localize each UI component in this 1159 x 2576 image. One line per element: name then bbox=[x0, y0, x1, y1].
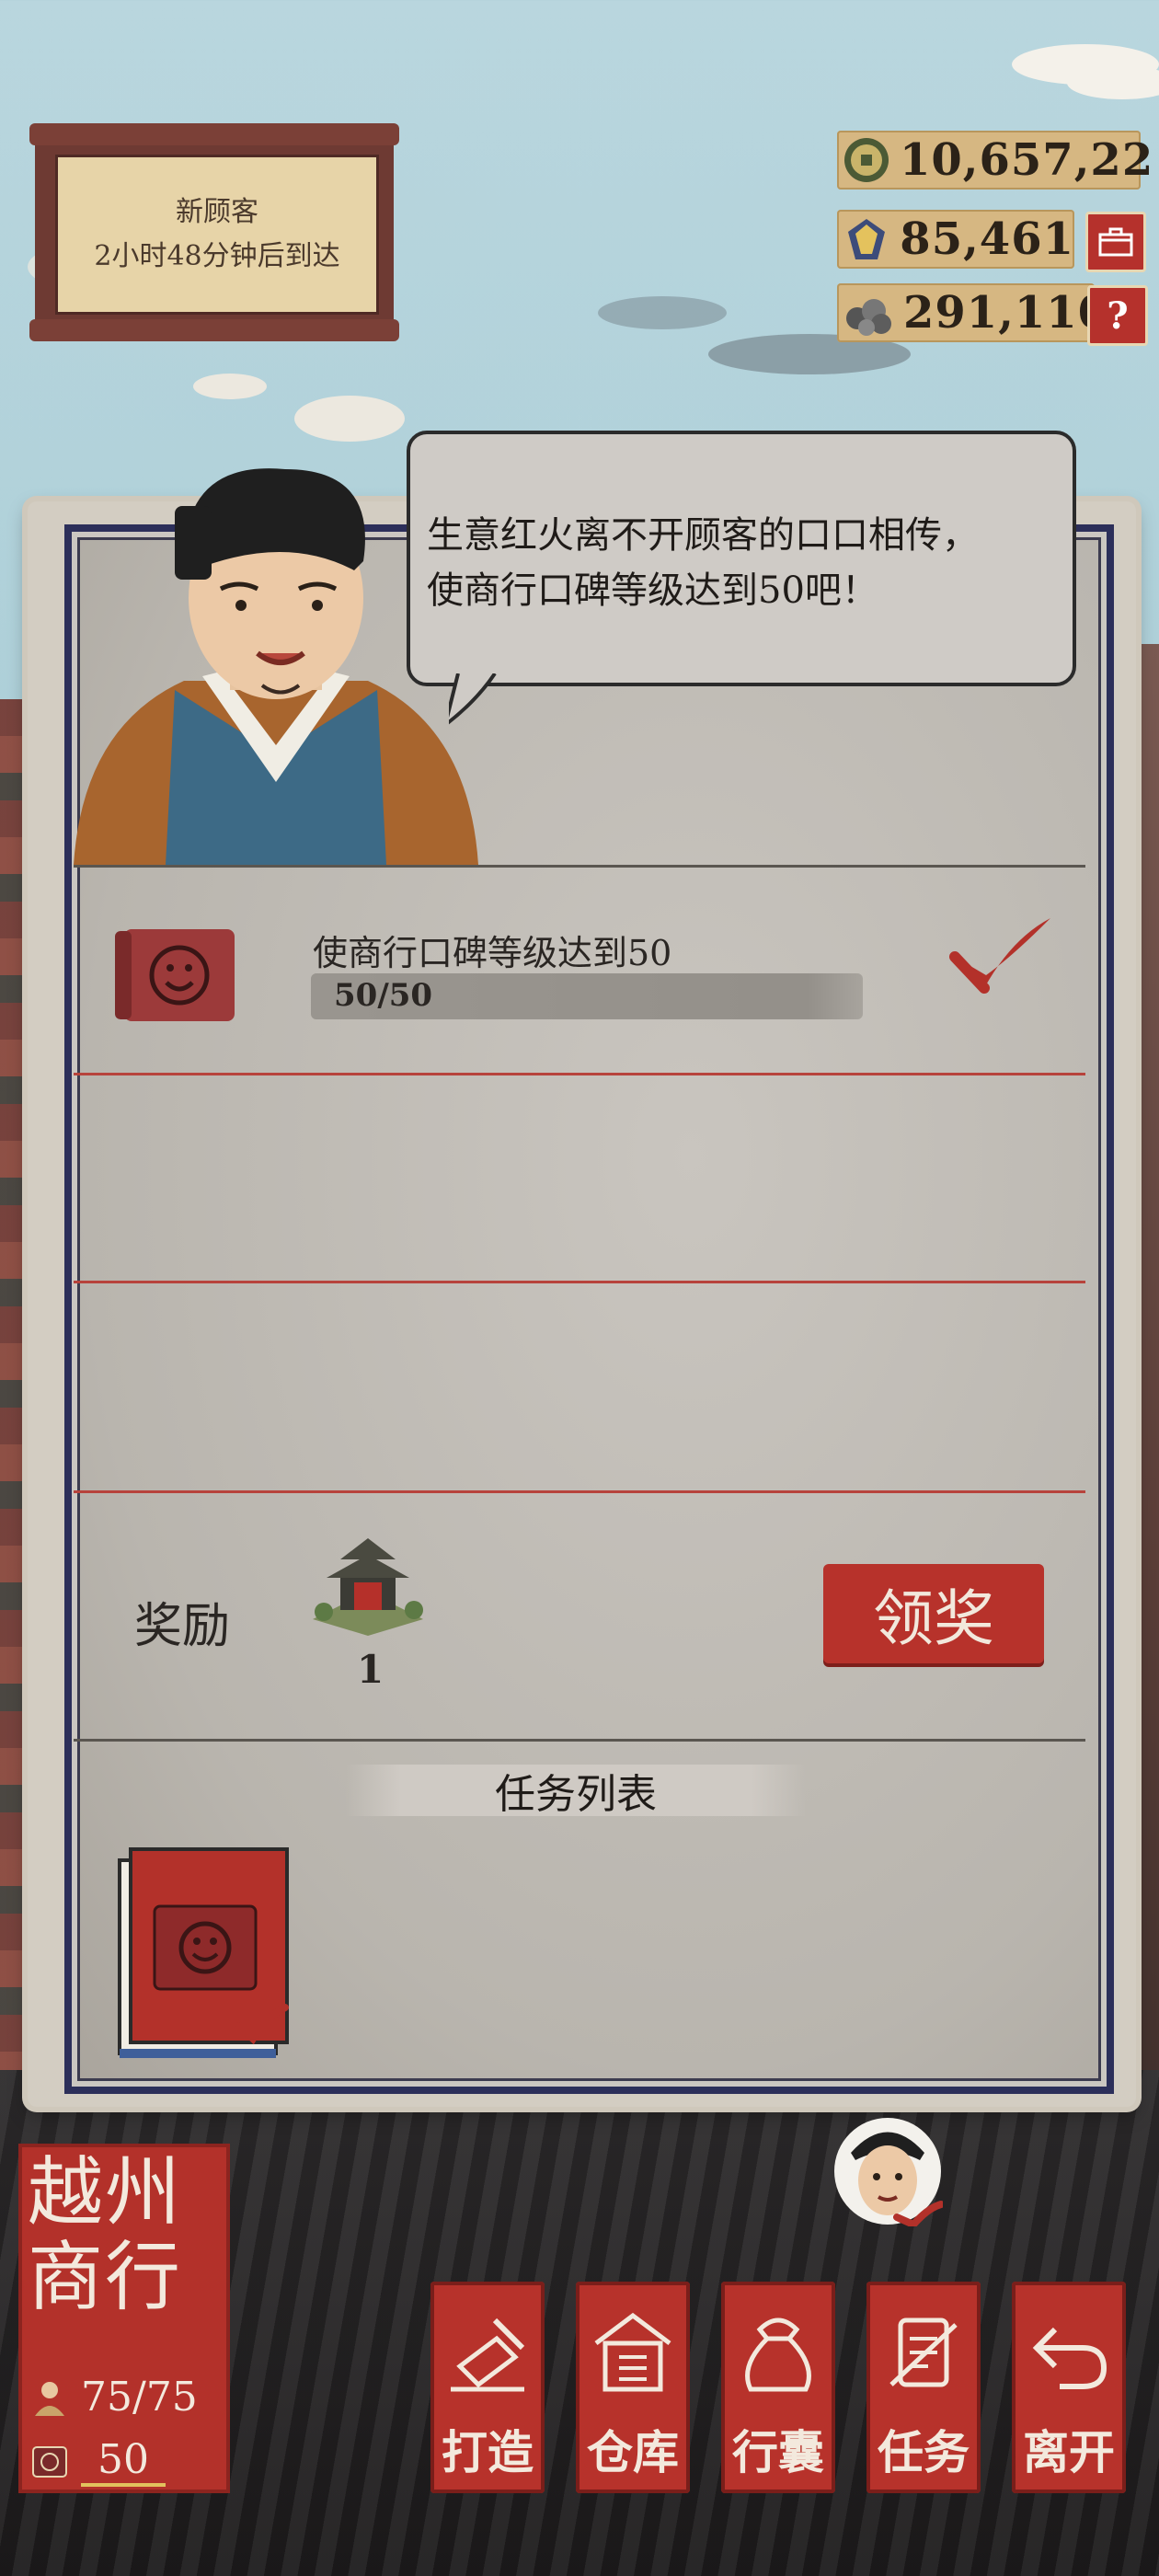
divider bbox=[74, 1281, 1085, 1283]
warehouse-icon bbox=[594, 2312, 671, 2392]
menu-forge-label: 打造 bbox=[442, 2425, 534, 2479]
menu-warehouse-button[interactable]: 仓库 bbox=[576, 2282, 690, 2493]
divider bbox=[74, 865, 1085, 868]
shop-reputation-stat: 50 bbox=[29, 2436, 166, 2487]
shop-chest-button[interactable] bbox=[1085, 212, 1146, 272]
gems-counter: 85,461 bbox=[837, 210, 1074, 269]
menu-warehouse-label: 仓库 bbox=[587, 2425, 679, 2479]
task-progress-text: 50/50 bbox=[334, 977, 433, 1014]
menu-bag-label: 行囊 bbox=[732, 2425, 824, 2479]
reputation-icon bbox=[32, 2445, 67, 2478]
shop-sign[interactable]: 越州 商行 75/75 50 bbox=[18, 2144, 230, 2493]
notice-subtitle: 2小时48分钟后到达 bbox=[94, 240, 340, 272]
menu-leave-label: 离开 bbox=[1023, 2425, 1115, 2479]
coins-counter: 10,657,221 bbox=[837, 131, 1159, 190]
shop-name-line2: 商行 bbox=[28, 2234, 183, 2321]
reward-count: 1 bbox=[357, 1647, 384, 1692]
task-complete-check-icon bbox=[949, 918, 1050, 994]
task-list-header: 任务列表 bbox=[346, 1765, 806, 1818]
reward-label: 奖励 bbox=[134, 1599, 231, 1654]
claim-reward-button[interactable]: 领奖 bbox=[823, 1564, 1044, 1663]
shop-staff-stat: 75/75 bbox=[29, 2374, 198, 2421]
dialog-text: 生意红火离不开顾客的口口相传， 使商行口碑等级达到50吧！ bbox=[427, 508, 979, 618]
customer-avatar-icon[interactable] bbox=[832, 2116, 943, 2226]
task-title: 使商行口碑等级达到50 bbox=[313, 933, 672, 973]
divider bbox=[74, 1739, 1085, 1742]
ore-icon bbox=[841, 283, 896, 342]
divider bbox=[74, 1490, 1085, 1493]
task-scroll-icon bbox=[889, 2317, 958, 2387]
pavilion-building-reward-icon bbox=[313, 1538, 423, 1636]
back-arrow-icon bbox=[1032, 2327, 1107, 2389]
ore-counter: 291,110 bbox=[837, 283, 1108, 342]
shop-reputation-value: 50 bbox=[81, 2436, 166, 2487]
chest-icon bbox=[1098, 227, 1133, 257]
coin-icon bbox=[841, 131, 892, 190]
notice-board-rail bbox=[29, 123, 399, 145]
staff-icon bbox=[35, 2381, 64, 2416]
divider bbox=[74, 1073, 1085, 1075]
notice-board-text: 新顾客 2小时48分钟后到达 bbox=[55, 155, 379, 315]
menu-task-label: 任务 bbox=[878, 2425, 970, 2479]
question-mark-icon: ? bbox=[1107, 293, 1129, 338]
shop-staff-value: 75/75 bbox=[81, 2374, 198, 2421]
dialog-line-2: 使商行口碑等级达到50吧！ bbox=[427, 569, 878, 612]
dialog-bubble-tail bbox=[449, 673, 497, 725]
new-customer-notice[interactable]: 新顾客 2小时48分钟后到达 bbox=[29, 123, 399, 341]
task-progress-bar: 50/50 bbox=[311, 973, 863, 1019]
dialog-line-1: 生意红火离不开顾客的口口相传， bbox=[427, 514, 979, 557]
shop-name: 越州 商行 bbox=[28, 2151, 221, 2320]
coins-value: 10,657,221 bbox=[900, 134, 1159, 186]
dialog-bubble: 生意红火离不开顾客的口口相传， 使商行口碑等级达到50吧！ bbox=[407, 431, 1076, 686]
menu-task-button[interactable]: 任务 bbox=[866, 2282, 981, 2493]
ore-value: 291,110 bbox=[903, 287, 1110, 339]
forge-icon bbox=[451, 2317, 525, 2392]
menu-forge-button[interactable]: 打造 bbox=[430, 2282, 545, 2493]
notice-board-rail bbox=[29, 319, 399, 341]
help-button[interactable]: ? bbox=[1087, 285, 1148, 346]
menu-bag-button[interactable]: 行囊 bbox=[721, 2282, 835, 2493]
task-book-icon[interactable] bbox=[110, 1842, 294, 2063]
gem-icon bbox=[841, 210, 892, 269]
bag-icon bbox=[745, 2317, 811, 2392]
reputation-scroll-icon bbox=[115, 929, 235, 1021]
menu-leave-button[interactable]: 离开 bbox=[1012, 2282, 1126, 2493]
shop-name-line1: 越州 bbox=[28, 2149, 183, 2237]
gems-value: 85,461 bbox=[900, 213, 1074, 265]
notice-title: 新顾客 bbox=[176, 196, 258, 228]
task-row[interactable]: 使商行口碑等级达到50 50/50 bbox=[74, 883, 1085, 1067]
